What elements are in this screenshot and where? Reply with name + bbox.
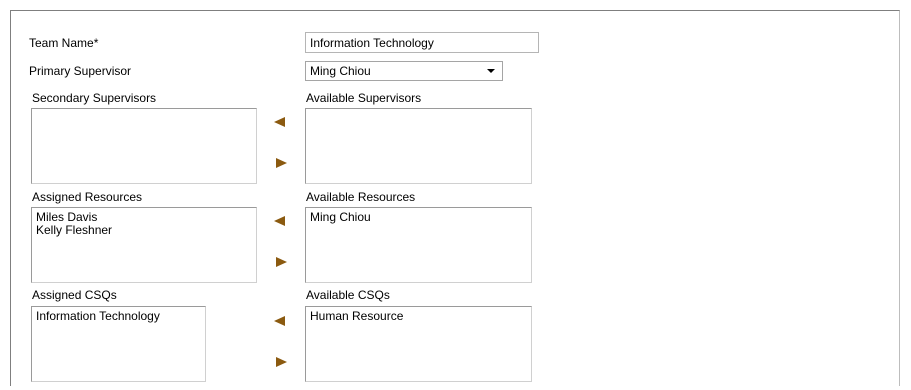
available-supervisors-label: Available Supervisors <box>306 91 422 105</box>
chevron-down-icon <box>487 69 495 73</box>
move-left-arrow-icon[interactable] <box>274 216 285 226</box>
move-left-arrow-icon[interactable] <box>274 316 285 326</box>
move-left-arrow-icon[interactable] <box>274 117 285 127</box>
assigned-csqs-label: Assigned CSQs <box>32 288 117 302</box>
move-right-arrow-icon[interactable] <box>276 158 287 168</box>
assigned-resources-label: Assigned Resources <box>32 190 143 204</box>
available-csqs-label: Available CSQs <box>306 288 390 302</box>
team-name-label: Team Name* <box>29 36 99 50</box>
primary-supervisor-label: Primary Supervisor <box>29 64 132 78</box>
available-csqs-listbox[interactable]: Human Resource <box>305 306 532 382</box>
list-option[interactable]: Human Resource <box>310 310 531 323</box>
available-supervisors-listbox[interactable] <box>305 108 532 184</box>
secondary-supervisors-listbox[interactable] <box>31 108 257 184</box>
assigned-csqs-listbox[interactable]: Information Technology <box>31 306 206 382</box>
team-name-input[interactable] <box>305 32 539 53</box>
available-resources-listbox[interactable]: Ming Chiou <box>305 207 532 283</box>
primary-supervisor-select[interactable]: Ming Chiou <box>305 61 503 81</box>
assigned-resources-listbox[interactable]: Miles Davis Kelly Fleshner <box>31 207 257 283</box>
move-right-arrow-icon[interactable] <box>276 257 287 267</box>
secondary-supervisors-label: Secondary Supervisors <box>32 91 157 105</box>
available-resources-label: Available Resources <box>306 190 416 204</box>
list-option[interactable]: Kelly Fleshner <box>36 224 256 237</box>
list-option[interactable]: Ming Chiou <box>310 211 531 224</box>
list-option[interactable]: Information Technology <box>36 310 205 323</box>
move-right-arrow-icon[interactable] <box>276 357 287 367</box>
primary-supervisor-value: Ming Chiou <box>310 64 371 78</box>
